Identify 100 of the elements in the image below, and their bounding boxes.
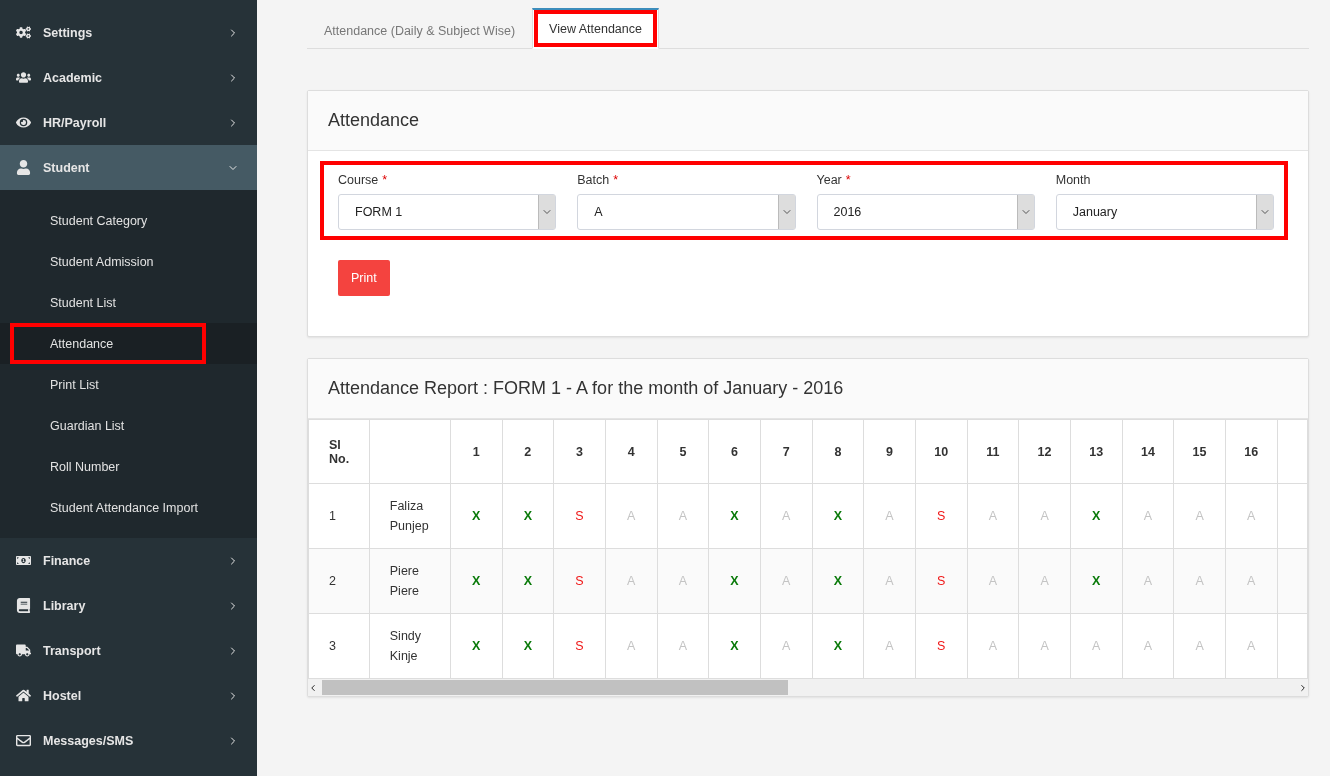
- highlight-frame: Print List: [10, 364, 206, 405]
- column-header: 9: [863, 419, 916, 484]
- highlight-frame: Attendance: [10, 323, 206, 364]
- truck-icon: [16, 643, 31, 658]
- field-label: Course *: [338, 173, 389, 187]
- select-field[interactable]: January: [1055, 194, 1274, 230]
- column-header: 14: [1122, 419, 1174, 484]
- column-header: Sl No.: [308, 419, 370, 484]
- panel-title: Attendance Report : FORM 1 - A for the month of January - 2016: [308, 359, 1308, 419]
- submenu-item[interactable]: Student Admission: [0, 241, 257, 282]
- column-header: 3: [553, 419, 606, 484]
- attendance-mark: A: [678, 509, 687, 523]
- highlight-frame: Student List: [10, 282, 206, 323]
- attendance-mark: X: [472, 639, 481, 653]
- highlight-frame: Guardian List: [10, 405, 206, 446]
- attendance-mark: X: [730, 574, 739, 588]
- attendance-mark: X: [472, 574, 481, 588]
- field-label: Month: [1055, 173, 1092, 187]
- column-header: 2: [502, 419, 554, 484]
- attendance-mark: A: [1247, 509, 1256, 523]
- column-header: 7: [760, 419, 813, 484]
- attendance-mark: A: [782, 639, 791, 653]
- field-label: Batch *: [577, 173, 620, 187]
- attendance-mark: X: [833, 639, 843, 653]
- attendance-mark: X: [523, 639, 532, 653]
- attendance-mark: A: [1247, 639, 1256, 653]
- column-header: 12: [1018, 419, 1071, 484]
- attendance-mark: A: [988, 509, 998, 523]
- column-header: 4: [605, 419, 657, 484]
- select-field[interactable]: FORM 1: [338, 194, 557, 230]
- highlight-frame: Student Admission: [10, 241, 206, 282]
- attendance-mark: S: [937, 509, 946, 523]
- select-field[interactable]: 2016: [816, 194, 1035, 230]
- column-header: 8: [812, 419, 864, 484]
- attendance-mark: S: [575, 509, 584, 523]
- column-header: 11: [967, 419, 1019, 484]
- envelope-icon: [16, 733, 31, 748]
- column-header: 5: [657, 419, 709, 484]
- column-header: 16: [1225, 419, 1278, 484]
- column-header: 6: [708, 419, 761, 484]
- scroll-right-icon[interactable]: [1298, 682, 1308, 693]
- attendance-mark: X: [472, 509, 481, 523]
- attendance-mark: A: [782, 509, 791, 523]
- attendance-mark: X: [523, 509, 532, 523]
- sidebar-item[interactable]: Finance: [0, 538, 257, 583]
- attendance-mark: A: [1092, 639, 1101, 653]
- attendance-mark: A: [678, 639, 687, 653]
- sidebar-item[interactable]: Student: [0, 145, 257, 190]
- attendance-mark: A: [1040, 639, 1049, 653]
- attendance-mark: X: [730, 509, 739, 523]
- group-icon: [16, 70, 31, 85]
- book-icon: [16, 598, 31, 613]
- attendance-mark: S: [575, 639, 584, 653]
- sidebar-item[interactable]: Hostel: [0, 673, 257, 718]
- attendance-mark: X: [1092, 509, 1101, 523]
- select-field[interactable]: A: [577, 194, 796, 230]
- attendance-mark: A: [1040, 509, 1049, 523]
- sidebar-item[interactable]: Settings: [0, 10, 257, 55]
- attendance-mark: X: [1092, 574, 1101, 588]
- table-cell: 2: [308, 548, 370, 614]
- sidebar-item[interactable]: Transport: [0, 628, 257, 673]
- sidebar-item[interactable]: Academic: [0, 55, 257, 100]
- attendance-mark: A: [885, 639, 894, 653]
- gears-icon: [16, 25, 31, 40]
- column-header: 15: [1173, 419, 1226, 484]
- submenu-item[interactable]: Guardian List: [0, 405, 257, 446]
- sidebar-item[interactable]: Messages/SMS: [0, 718, 257, 763]
- attendance-mark: A: [627, 639, 636, 653]
- attendance-mark: A: [988, 639, 998, 653]
- attendance-mark: A: [1143, 509, 1153, 523]
- column-header: 10: [915, 419, 968, 484]
- attendance-mark: A: [885, 509, 894, 523]
- home-icon: [16, 688, 31, 703]
- sidebar-item[interactable]: Library: [0, 583, 257, 628]
- attendance-mark: A: [627, 509, 636, 523]
- eye-icon: [16, 115, 31, 130]
- table-cell: 1: [308, 483, 370, 549]
- submenu-item[interactable]: Roll Number: [0, 446, 257, 487]
- submenu-item[interactable]: Student List: [0, 282, 257, 323]
- field-label: Year *: [816, 173, 852, 187]
- attendance-mark: X: [833, 509, 843, 523]
- attendance-mark: X: [730, 639, 739, 653]
- horizontal-scrollbar[interactable]: [308, 679, 1308, 696]
- tab[interactable]: View Attendance: [532, 8, 659, 49]
- highlight-frame: Student Attendance Import: [10, 487, 206, 528]
- submenu-item[interactable]: Print List: [0, 364, 257, 405]
- attendance-mark: S: [937, 639, 946, 653]
- attendance-mark: X: [833, 574, 843, 588]
- table-cell: Piere Piere: [369, 548, 451, 614]
- submenu-item[interactable]: Student Attendance Import: [0, 487, 257, 528]
- print-button[interactable]: Print: [338, 260, 390, 296]
- scroll-left-icon[interactable]: [308, 682, 318, 693]
- tab[interactable]: Attendance (Daily & Subject Wise): [307, 11, 533, 49]
- sidebar-item[interactable]: HR/Payroll: [0, 100, 257, 145]
- attendance-mark: A: [1143, 639, 1153, 653]
- highlight-frame: Roll Number: [10, 446, 206, 487]
- submenu-item[interactable]: Student Category: [0, 200, 257, 241]
- banknote-icon: [16, 553, 31, 568]
- panel-title: Attendance: [308, 91, 1308, 151]
- submenu-item[interactable]: Attendance: [0, 323, 257, 364]
